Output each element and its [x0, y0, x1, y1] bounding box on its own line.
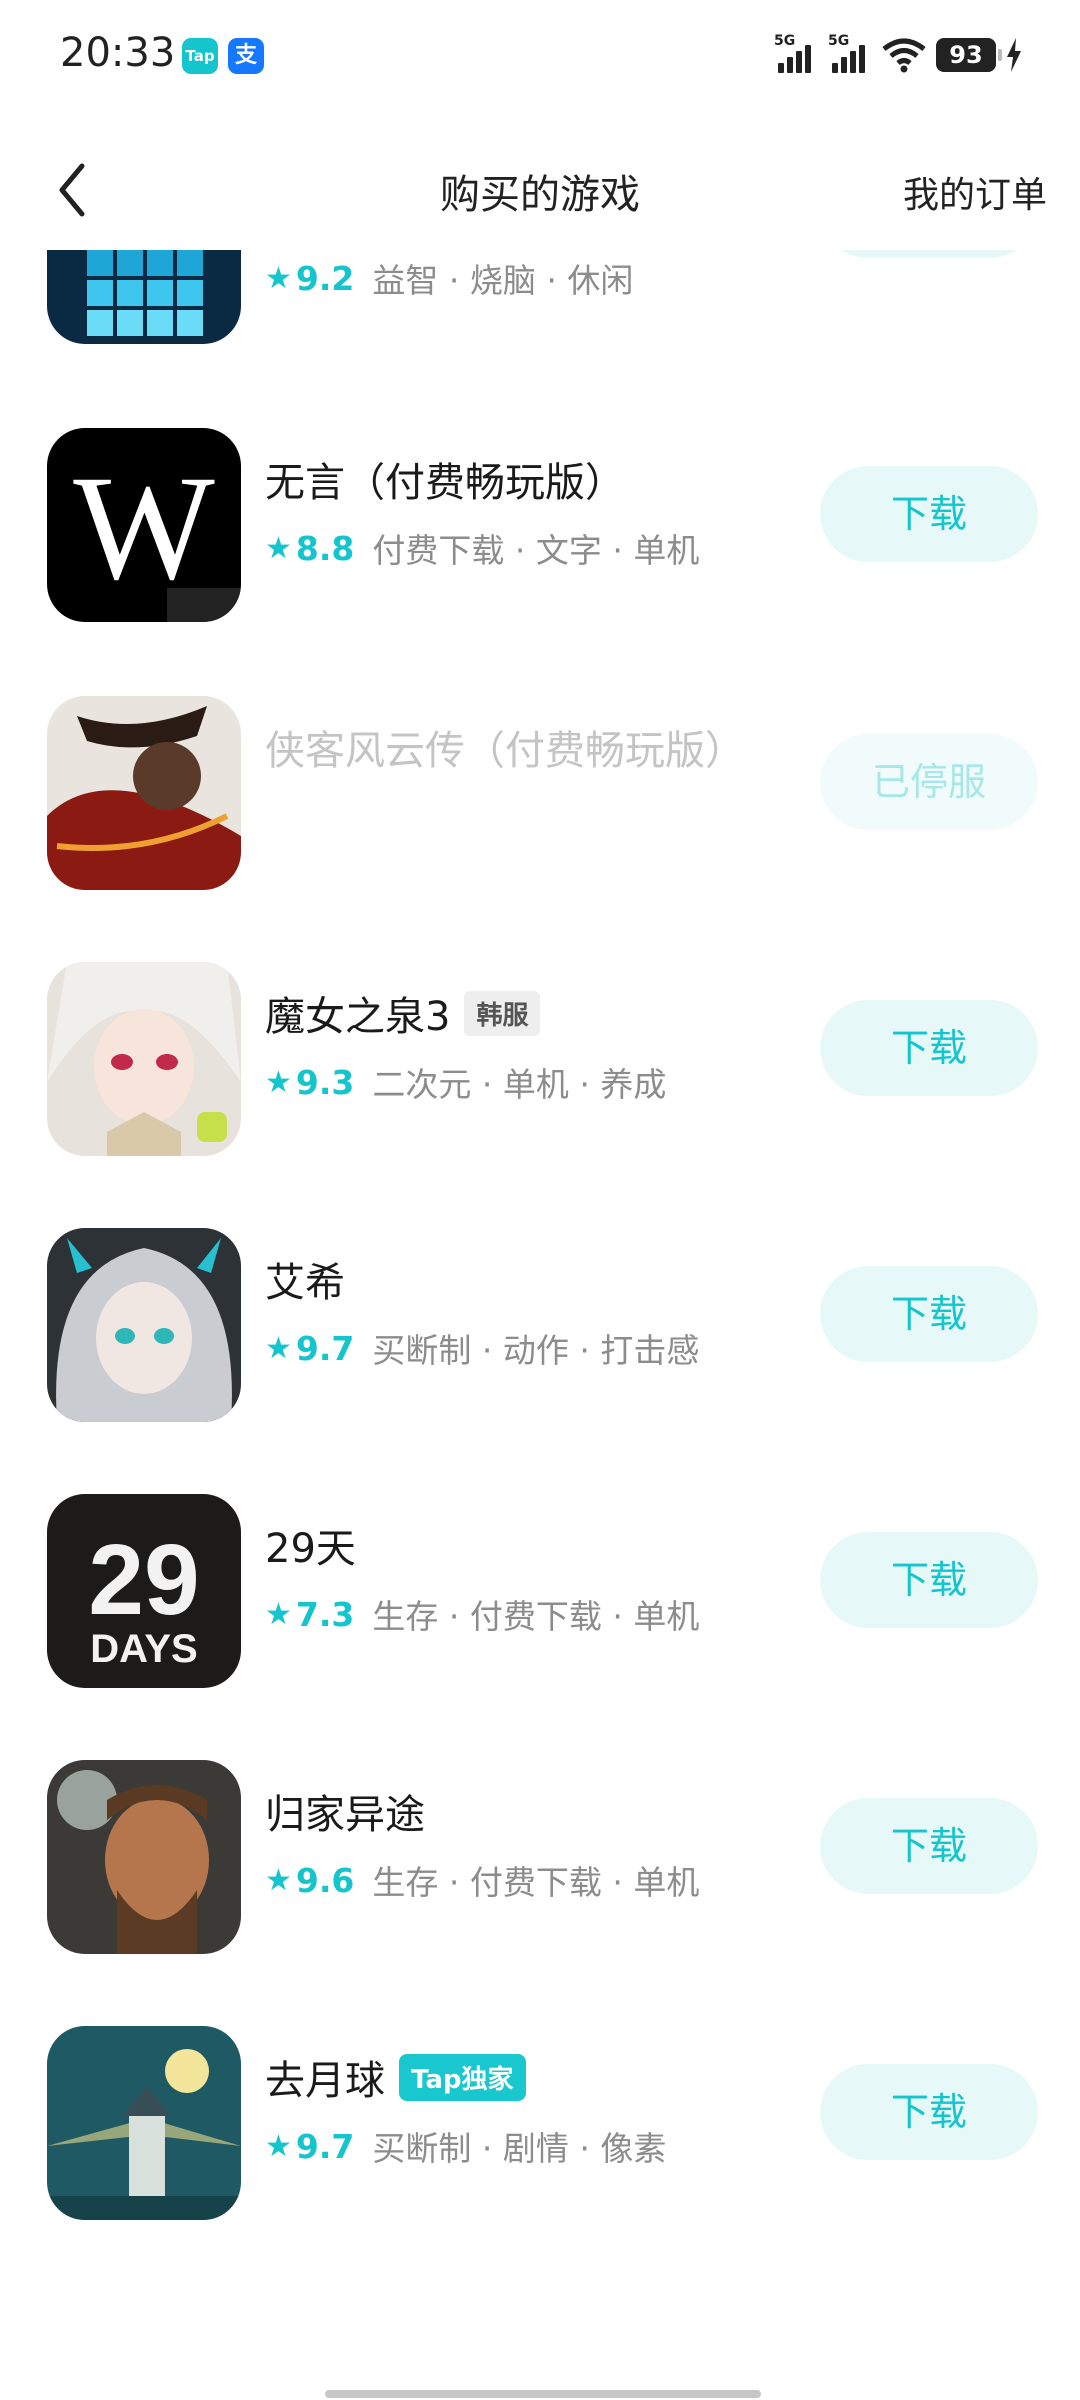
anime-girl-icon	[47, 962, 241, 1156]
warrior-icon	[47, 696, 241, 890]
list-item[interactable]: 归家异途 ★ 9.6 生存 · 付费下载 · 单机 下载	[0, 1760, 1080, 2024]
star-icon: ★	[265, 1330, 292, 1366]
star-icon: ★	[265, 1862, 292, 1898]
service-ended-button: 已停服	[820, 734, 1038, 830]
status-bar: 20:33 Tap 支 5G 5G 93	[0, 0, 1080, 110]
download-button[interactable]: 下载	[820, 1266, 1038, 1362]
ashe-icon	[47, 1228, 241, 1422]
game-tags: 买断制 · 动作 · 打击感	[372, 1331, 700, 1370]
status-time: 20:33	[60, 30, 176, 76]
star-icon: ★	[265, 1064, 292, 1100]
game-tags: 生存 · 付费下载 · 单机	[372, 1863, 700, 1902]
svg-text:DAYS: DAYS	[90, 1627, 197, 1671]
charging-icon	[1007, 38, 1021, 72]
download-button[interactable]: 下载	[820, 466, 1038, 562]
game-meta: ★ 8.8 付费下载 · 文字 · 单机	[265, 524, 699, 572]
download-button[interactable]: 下载	[820, 1532, 1038, 1628]
game-meta: ★ 9.3 二次元 · 单机 · 养成	[265, 1058, 666, 1106]
game-name: 29天	[265, 1526, 356, 1572]
taptap-notification-icon: Tap	[182, 38, 218, 74]
game-list: ★9.2 益智 · 烧脑 · 休闲 启动 W 无言（付费畅玩版） ★8.8 付费…	[0, 250, 1080, 2250]
game-meta: ★ 7.3 生存 · 付费下载 · 单机	[265, 1590, 699, 1638]
list-item[interactable]: 29 DAYS 29天 ★ 7.3 生存 · 付费下载 · 单机 下载	[0, 1494, 1080, 1758]
signal-icon: 5G	[774, 33, 818, 77]
wifi-icon	[882, 38, 926, 73]
star-icon: ★	[265, 260, 292, 296]
battery-icon: 93	[936, 38, 1002, 72]
rating: ★ 9.6	[265, 1860, 355, 1900]
game-name: 归家异途	[265, 1792, 425, 1838]
launch-button[interactable]: 启动	[820, 250, 1038, 258]
server-badge: 韩服	[464, 990, 541, 1036]
29days-icon: 29 DAYS	[47, 1494, 241, 1688]
list-item[interactable]: 去月球 Tap独家 ★ 9.7 买断制 · 剧情 · 像素 下载	[0, 2026, 1080, 2250]
rating: ★ 8.8	[265, 528, 355, 568]
star-icon: ★	[265, 2128, 292, 2164]
game-name: 艾希	[265, 1260, 345, 1306]
cube-grid-icon	[47, 250, 241, 344]
game-name: 魔女之泉3 韩服	[265, 984, 541, 1042]
my-orders-link[interactable]: 我的订单	[903, 166, 1047, 218]
bearded-man-icon	[47, 1760, 241, 1954]
signal-icon: 5G	[828, 33, 872, 77]
exclusive-badge: Tap独家	[399, 2053, 526, 2101]
game-meta: ★ 9.7 买断制 · 动作 · 打击感	[265, 1324, 699, 1372]
w-logo-icon: W	[47, 428, 241, 622]
svg-text:29: 29	[88, 1524, 199, 1636]
star-icon: ★	[265, 530, 292, 566]
alipay-notification-icon: 支	[228, 38, 264, 74]
rating: ★ 7.3	[265, 1594, 355, 1634]
rating: ★ 9.2	[265, 258, 355, 298]
game-name: 无言（付费畅玩版）	[265, 460, 625, 506]
star-icon: ★	[265, 1596, 292, 1632]
list-item[interactable]: 侠客风云传（付费畅玩版） 已停服	[0, 696, 1080, 960]
game-tags: 益智 · 烧脑 · 休闲	[372, 261, 634, 300]
rating: ★ 9.7	[265, 2126, 355, 2166]
rating: ★ 9.3	[265, 1062, 355, 1102]
list-item[interactable]: 魔女之泉3 韩服 ★ 9.3 二次元 · 单机 · 养成 下载	[0, 962, 1080, 1226]
game-tags: 买断制 · 剧情 · 像素	[372, 2129, 667, 2168]
game-meta: ★ 9.2 益智 · 烧脑 · 休闲	[265, 254, 633, 302]
download-button[interactable]: 下载	[820, 1000, 1038, 1096]
game-name: 去月球 Tap独家	[265, 2048, 526, 2106]
game-tags: 二次元 · 单机 · 养成	[372, 1065, 667, 1104]
game-meta: ★ 9.6 生存 · 付费下载 · 单机	[265, 1856, 699, 1904]
top-nav: 购买的游戏 我的订单	[0, 140, 1080, 250]
list-item[interactable]: 艾希 ★ 9.7 买断制 · 动作 · 打击感 下载	[0, 1228, 1080, 1492]
rating: ★ 9.7	[265, 1328, 355, 1368]
download-button[interactable]: 下载	[820, 2064, 1038, 2160]
download-button[interactable]: 下载	[820, 1798, 1038, 1894]
game-tags: 付费下载 · 文字 · 单机	[372, 531, 700, 570]
svg-text:W: W	[73, 445, 215, 611]
lighthouse-icon	[47, 2026, 241, 2220]
game-tags: 生存 · 付费下载 · 单机	[372, 1597, 700, 1636]
home-indicator[interactable]	[325, 2390, 761, 2398]
game-meta: ★ 9.7 买断制 · 剧情 · 像素	[265, 2122, 666, 2170]
list-item[interactable]: W 无言（付费畅玩版） ★ 8.8 付费下载 · 文字 · 单机 下载	[0, 428, 1080, 692]
game-name: 侠客风云传（付费畅玩版）	[265, 728, 745, 774]
